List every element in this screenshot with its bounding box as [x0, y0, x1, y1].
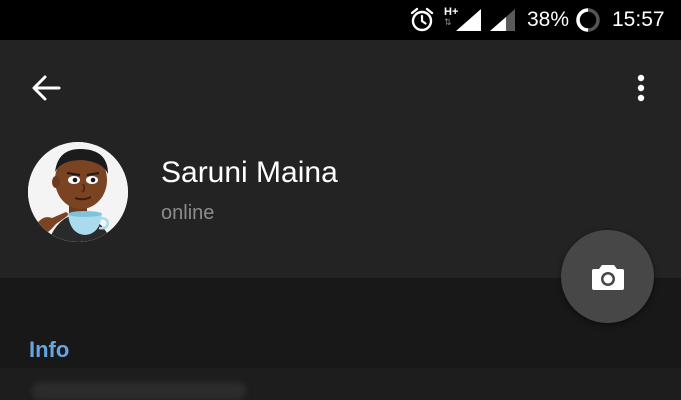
info-section-heading: Info	[29, 337, 70, 362]
avatar[interactable]	[28, 142, 128, 242]
battery-ring-icon	[576, 8, 600, 32]
cartoon-avatar	[28, 142, 128, 242]
status-bar: H+ ⇅ 38% 15:57	[0, 0, 681, 40]
arrow-left-icon	[32, 75, 61, 101]
data-activity-icon: ⇅	[444, 17, 452, 27]
mobile-signal-icon	[456, 9, 481, 31]
info-row-placeholder	[32, 382, 246, 400]
alarm-icon	[410, 7, 434, 32]
online-status: online	[161, 202, 215, 224]
camera-icon	[591, 264, 624, 290]
camera-button[interactable]	[561, 230, 654, 323]
clock: 15:57	[612, 8, 665, 31]
more-options-button[interactable]	[628, 70, 654, 106]
wifi-signal-icon	[490, 9, 515, 31]
back-button[interactable]	[26, 70, 66, 106]
info-row[interactable]	[0, 368, 681, 400]
battery-percent: 38%	[527, 8, 570, 31]
more-vertical-icon	[637, 74, 645, 102]
profile-name: Saruni Maina	[161, 156, 338, 189]
